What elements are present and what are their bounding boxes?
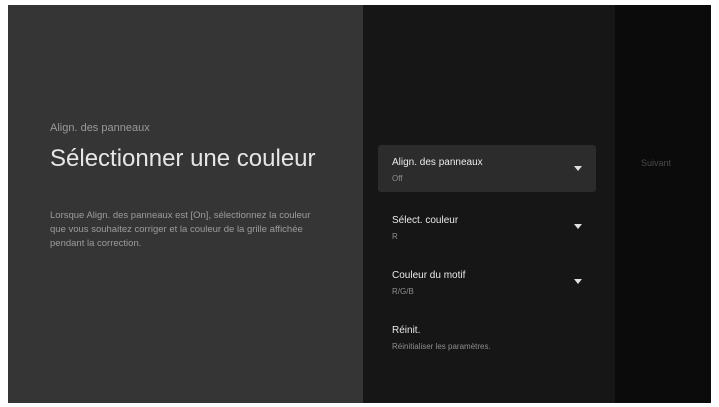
dropdown-arrow-icon xyxy=(574,224,582,229)
menu-item-label: Align. des panneaux xyxy=(392,157,483,168)
next-button[interactable]: Suivant xyxy=(641,158,671,168)
settings-menu: Align. des panneaux Off Sélect. couleur … xyxy=(363,5,615,403)
menu-item-label: Sélect. couleur xyxy=(392,215,459,226)
menu-item-value: Off xyxy=(392,174,403,183)
tv-settings-screen: Align. des panneaux Sélectionner une cou… xyxy=(8,5,711,403)
breadcrumb: Align. des panneaux xyxy=(50,122,150,134)
info-panel: Align. des panneaux Sélectionner une cou… xyxy=(8,5,363,403)
menu-item-panel-alignment[interactable]: Align. des panneaux Off xyxy=(378,145,596,192)
menu-item-value: R/G/B xyxy=(392,287,414,296)
menu-item-reset[interactable]: Réinit. Réinitialiser les paramètres. xyxy=(378,313,596,360)
dropdown-arrow-icon xyxy=(574,279,582,284)
menu-item-label: Réinit. xyxy=(392,325,421,336)
page-title: Sélectionner une couleur xyxy=(50,145,316,172)
menu-item-pattern-color[interactable]: Couleur du motif R/G/B xyxy=(378,258,596,305)
menu-item-label: Couleur du motif xyxy=(392,270,466,281)
navigation-panel: Suivant xyxy=(615,5,711,403)
dropdown-arrow-icon xyxy=(574,166,582,171)
menu-item-value: Réinitialiser les paramètres. xyxy=(392,342,491,351)
page-description: Lorsque Align. des panneaux est [On], sé… xyxy=(50,210,311,249)
menu-item-select-color[interactable]: Sélect. couleur R xyxy=(378,203,596,250)
menu-item-value: R xyxy=(392,232,398,241)
